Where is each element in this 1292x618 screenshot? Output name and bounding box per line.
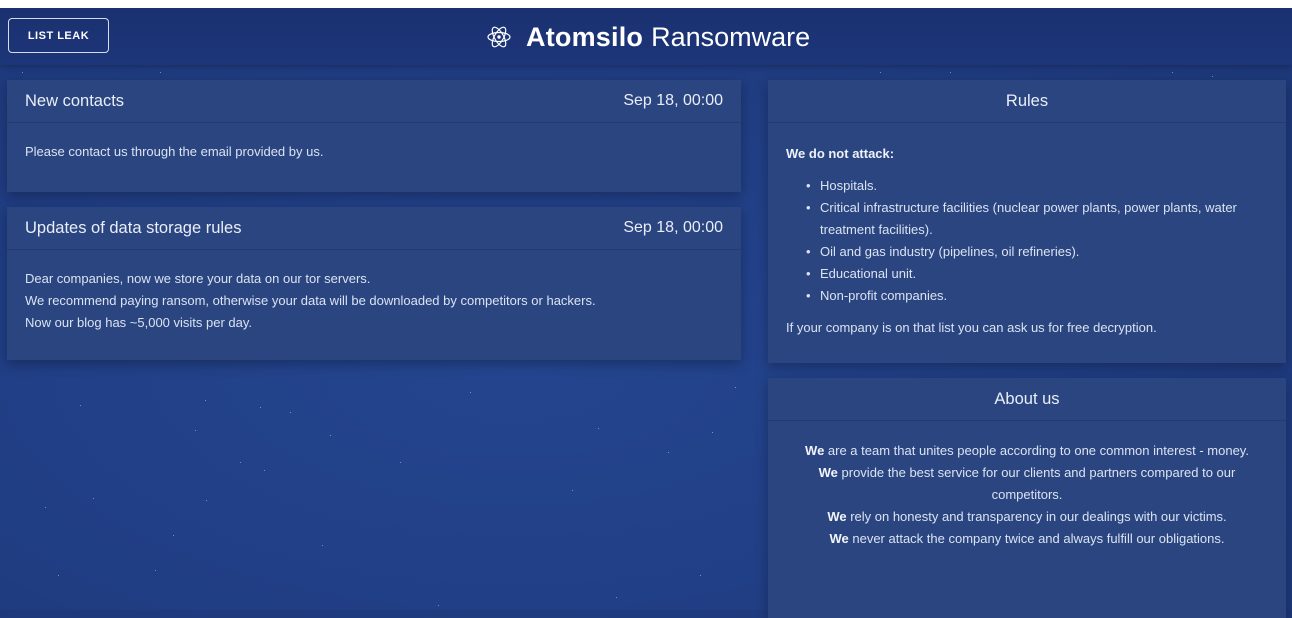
rules-footer-text: If your company is on that list you can … — [786, 320, 1157, 335]
brand-logo[interactable]: Atomsilo Ransomware — [484, 22, 810, 52]
list-item: • Oil and gas industry (pipelines, oil re… — [806, 244, 1080, 259]
about-body: We are a team that unites people accordi… — [768, 421, 1286, 550]
post-date: Sep 18, 00:00 — [623, 92, 723, 109]
brand-name-bold: Atomsilo — [526, 21, 644, 52]
about-line: We provide the best service for our clie… — [818, 465, 1236, 502]
list-item: • Hospitals. — [806, 178, 878, 193]
about-card: About us We are a team that unites peopl… — [768, 378, 1286, 618]
about-title: About us — [994, 389, 1060, 408]
post-text-line: Dear companies, now we store your data o… — [25, 271, 371, 286]
post-header: New contacts Sep 18, 00:00 — [7, 80, 741, 123]
about-line: We never attack the company twice and al… — [829, 531, 1225, 546]
rules-header: Rules — [768, 80, 1286, 123]
brand-name-rest: Ransomware — [651, 21, 811, 52]
atom-icon — [484, 22, 514, 52]
about-header: About us — [768, 378, 1286, 421]
rules-card: Rules We do not attack: • Hospitals. • Cri… — [768, 80, 1286, 363]
post-text-line: We recommend paying ransom, otherwise yo… — [25, 293, 596, 308]
post-header: Updates of data storage rules Sep 18, 00… — [7, 207, 741, 250]
post-text-line: Now our blog has ~5,000 visits per day. — [25, 315, 253, 330]
post-card-new-contacts: New contacts Sep 18, 00:00 Please contac… — [7, 80, 741, 192]
post-date: Sep 18, 00:00 — [623, 219, 723, 236]
post-text-line: Please contact us through the email prov… — [25, 144, 324, 159]
rules-body: We do not attack: • Hospitals. • Critical … — [768, 123, 1286, 339]
rules-list: • Hospitals. • Critical infrastructure fac… — [786, 175, 1268, 307]
post-card-updates: Updates of data storage rules Sep 18, 00… — [7, 207, 741, 360]
list-item: • Non-profit companies. — [806, 288, 948, 303]
post-body: Dear companies, now we store your data o… — [7, 250, 741, 334]
post-title[interactable]: New contacts — [25, 92, 124, 111]
list-item: • Educational unit. — [806, 266, 917, 281]
top-navbar: LIST LEAK Atomsilo Ransomware — [0, 0, 1292, 65]
post-title[interactable]: Updates of data storage rules — [25, 219, 241, 238]
list-leak-button[interactable]: LIST LEAK — [8, 18, 109, 53]
rules-title: Rules — [1005, 91, 1049, 110]
rules-lead: We do not attack: — [786, 146, 895, 161]
list-item: • Critical infrastructure facilities (nuc… — [806, 200, 1237, 237]
post-body: Please contact us through the email prov… — [7, 123, 741, 163]
about-line: We rely on honesty and transparency in o… — [827, 509, 1227, 524]
about-line: We are a team that unites people accordi… — [805, 443, 1249, 458]
